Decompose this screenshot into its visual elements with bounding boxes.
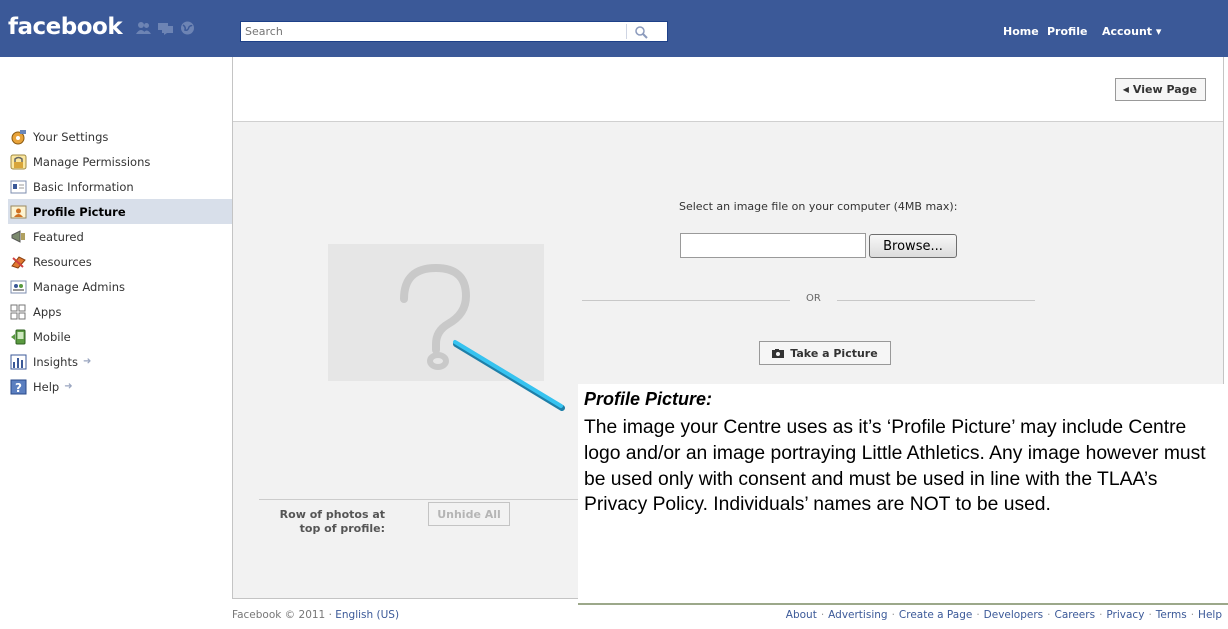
unhide-all-button[interactable]: Unhide All bbox=[428, 502, 510, 526]
nav-home-link[interactable]: Home bbox=[1003, 25, 1039, 38]
callout-body: The image your Centre uses as it’s ‘Prof… bbox=[584, 417, 1206, 516]
main-header: ◀ View Page bbox=[233, 57, 1223, 122]
info-card-icon bbox=[10, 180, 27, 193]
take-picture-button[interactable]: Take a Picture bbox=[759, 341, 891, 365]
sidebar-item-label: Help bbox=[33, 379, 60, 394]
view-page-button[interactable]: ◀ View Page bbox=[1114, 78, 1206, 101]
row-of-photos-label: Row of photos at top of profile: bbox=[279, 508, 385, 535]
nav-account-menu[interactable]: Account ▾ bbox=[1102, 25, 1161, 38]
sidebar-item-help[interactable]: ? Help ➜ bbox=[8, 374, 232, 399]
language-link[interactable]: English (US) bbox=[335, 609, 399, 621]
notifications-globe-icon[interactable] bbox=[180, 21, 195, 35]
search-box bbox=[240, 21, 668, 42]
profile-picture-icon bbox=[10, 205, 27, 218]
sidebar-item-your-settings[interactable]: Your Settings bbox=[8, 124, 232, 149]
resources-icon bbox=[11, 255, 26, 269]
sidebar-item-manage-permissions[interactable]: Manage Permissions bbox=[8, 149, 232, 174]
help-icon: ? bbox=[10, 379, 27, 395]
sidebar-item-label: Profile Picture bbox=[33, 204, 126, 219]
facebook-logo[interactable]: facebook bbox=[8, 14, 123, 40]
search-divider bbox=[626, 24, 627, 39]
nav-profile-link[interactable]: Profile bbox=[1047, 25, 1087, 38]
sidebar-item-label: Your Settings bbox=[33, 129, 109, 144]
messages-icon[interactable] bbox=[158, 21, 173, 35]
footer-link-privacy[interactable]: Privacy bbox=[1106, 609, 1144, 621]
footer-link-advertising[interactable]: Advertising bbox=[828, 609, 887, 621]
sidebar-item-profile-picture[interactable]: Profile Picture bbox=[8, 199, 232, 224]
footer-link-create-page[interactable]: Create a Page bbox=[899, 609, 972, 621]
sidebar-item-label: Basic Information bbox=[33, 179, 134, 194]
sidebar-item-insights[interactable]: Insights ➜ bbox=[8, 349, 232, 374]
view-page-label: View Page bbox=[1132, 83, 1197, 96]
external-arrow-icon: ➜ bbox=[82, 356, 92, 367]
insights-icon bbox=[10, 354, 27, 369]
lock-icon bbox=[10, 154, 27, 169]
mobile-icon bbox=[11, 329, 26, 344]
footer-copyright: Facebook © 2011 · English (US) bbox=[232, 609, 399, 621]
settings-icon bbox=[11, 129, 26, 144]
take-picture-label: Take a Picture bbox=[790, 346, 878, 360]
copyright-text: Facebook © 2011 · bbox=[232, 609, 336, 621]
apps-icon bbox=[10, 304, 26, 319]
sidebar-item-mobile[interactable]: Mobile bbox=[8, 324, 232, 349]
footer-link-terms[interactable]: Terms bbox=[1156, 609, 1187, 621]
megaphone-icon bbox=[11, 229, 25, 243]
admins-icon bbox=[10, 280, 27, 293]
profile-picture-placeholder bbox=[328, 244, 544, 381]
footer-links: About · Advertising · Create a Page · Devel… bbox=[785, 609, 1222, 621]
notification-jewels bbox=[136, 21, 195, 35]
select-image-instruction: Select an image file on your computer (4… bbox=[679, 200, 958, 213]
question-mark-icon bbox=[400, 263, 471, 370]
or-divider-right bbox=[837, 300, 1035, 301]
footer-link-careers[interactable]: Careers bbox=[1055, 609, 1096, 621]
sidebar-item-label: Featured bbox=[33, 229, 84, 244]
external-arrow-icon: ➜ bbox=[64, 381, 73, 392]
friend-requests-icon[interactable] bbox=[136, 21, 151, 35]
callout-title: Profile Picture: bbox=[584, 389, 713, 409]
sidebar-item-label: Insights bbox=[33, 354, 78, 369]
sidebar-item-resources[interactable]: Resources bbox=[8, 249, 232, 274]
sidebar-item-label: Manage Permissions bbox=[33, 154, 151, 169]
sidebar-item-basic-information[interactable]: Basic Information bbox=[8, 174, 232, 199]
sidebar-item-manage-admins[interactable]: Manage Admins bbox=[8, 274, 232, 299]
or-label: OR bbox=[806, 293, 821, 304]
sidebar-item-label: Apps bbox=[33, 304, 62, 319]
sidebar-item-label: Manage Admins bbox=[33, 279, 125, 294]
search-icon[interactable] bbox=[634, 25, 650, 39]
search-input[interactable] bbox=[241, 22, 626, 41]
sidebar: Your Settings Manage Permissions Basic I… bbox=[8, 124, 232, 399]
file-path-input[interactable] bbox=[680, 233, 866, 258]
browse-button[interactable]: Browse... bbox=[869, 234, 957, 258]
sidebar-item-featured[interactable]: Featured bbox=[8, 224, 232, 249]
callout-underline bbox=[578, 603, 1228, 605]
camera-icon bbox=[772, 348, 785, 358]
sidebar-item-label: Resources bbox=[33, 254, 92, 269]
sidebar-item-apps[interactable]: Apps bbox=[8, 299, 232, 324]
sidebar-item-label: Mobile bbox=[33, 329, 71, 344]
footer-link-about[interactable]: About bbox=[786, 609, 817, 621]
footer-link-developers[interactable]: Developers bbox=[984, 609, 1043, 621]
top-bar: facebook Home Profile Account ▾ bbox=[0, 0, 1228, 57]
left-triangle-icon: ◀ bbox=[1122, 85, 1129, 94]
footer-link-help[interactable]: Help bbox=[1198, 609, 1222, 621]
svg-text:?: ? bbox=[15, 381, 22, 395]
or-divider-left bbox=[582, 300, 790, 301]
